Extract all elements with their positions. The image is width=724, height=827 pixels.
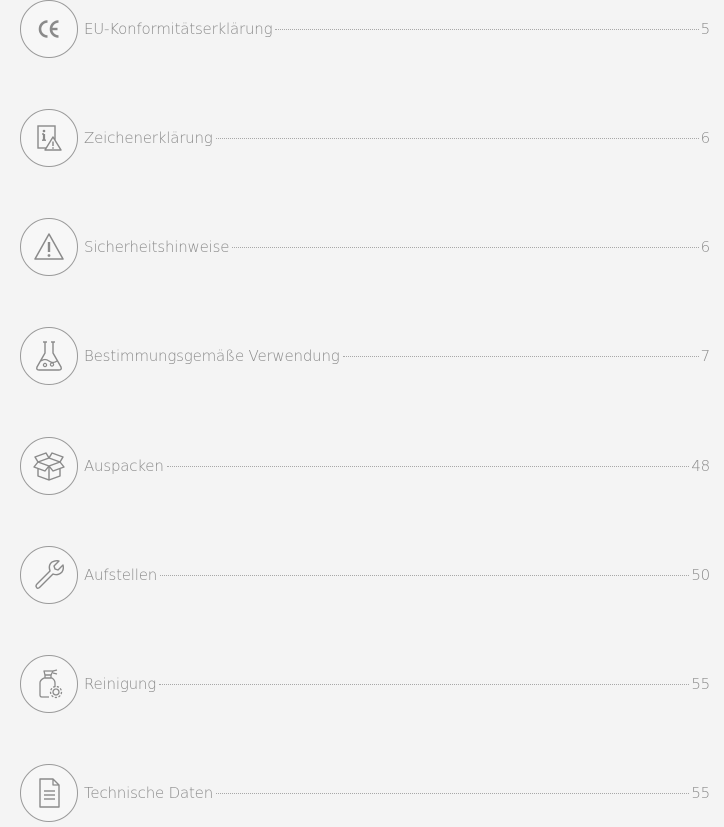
- document-icon: [20, 764, 78, 822]
- toc-entry-page: 7: [700, 347, 711, 365]
- toc-entry-page: 50: [691, 566, 710, 584]
- toc-entry-unpacking[interactable]: Auspacken 48: [20, 437, 710, 495]
- toc-entry-page: 6: [700, 238, 711, 256]
- lab-flask-icon: [20, 327, 78, 385]
- spray-bottle-gear-icon: [20, 655, 78, 713]
- open-box-icon: [20, 437, 78, 495]
- table-of-contents: EU-Konformitätserklärung 5 Zeichenerklär…: [0, 0, 724, 827]
- dot-leader: [159, 684, 690, 685]
- warning-triangle-icon: [20, 218, 78, 276]
- toc-entry-page: 48: [691, 457, 710, 475]
- toc-entry-cleaning[interactable]: Reinigung 55: [20, 655, 710, 713]
- toc-entry-page: 6: [700, 129, 711, 147]
- toc-entry-title: Bestimmungsgemäße Verwendung: [84, 347, 340, 365]
- dot-leader: [166, 466, 690, 467]
- toc-entry-page: 5: [700, 20, 711, 38]
- toc-entry-page: 55: [691, 675, 710, 693]
- toc-entry-title: Auspacken: [84, 457, 164, 475]
- toc-entry-setup[interactable]: Aufstellen 50: [20, 546, 710, 604]
- dot-leader: [216, 793, 690, 794]
- toc-entry-title: EU-Konformitätserklärung: [84, 20, 273, 38]
- toc-entry-title: Sicherheitshinweise: [84, 238, 230, 256]
- dot-leader: [342, 356, 699, 357]
- toc-entry-title: Aufstellen: [84, 566, 158, 584]
- toc-entry-title: Technische Daten: [84, 784, 213, 802]
- toc-entry-technical-data[interactable]: Technische Daten 55: [20, 764, 710, 822]
- dot-leader: [275, 29, 699, 30]
- dot-leader: [160, 575, 690, 576]
- toc-entry-title: Zeichenerklärung: [84, 129, 213, 147]
- toc-entry-page: 55: [691, 784, 710, 802]
- toc-entry-intended-use[interactable]: Bestimmungsgemäße Verwendung 7: [20, 327, 710, 385]
- toc-entry-title: Reinigung: [84, 675, 157, 693]
- toc-entry-symbols[interactable]: Zeichenerklärung 6: [20, 109, 710, 167]
- wrench-icon: [20, 546, 78, 604]
- dot-leader: [232, 247, 699, 248]
- info-warning-icon: [20, 109, 78, 167]
- toc-entry-eu-declaration[interactable]: EU-Konformitätserklärung 5: [20, 0, 710, 58]
- toc-entry-safety[interactable]: Sicherheitshinweise 6: [20, 218, 710, 276]
- dot-leader: [215, 138, 699, 139]
- ce-mark-icon: [20, 0, 78, 58]
